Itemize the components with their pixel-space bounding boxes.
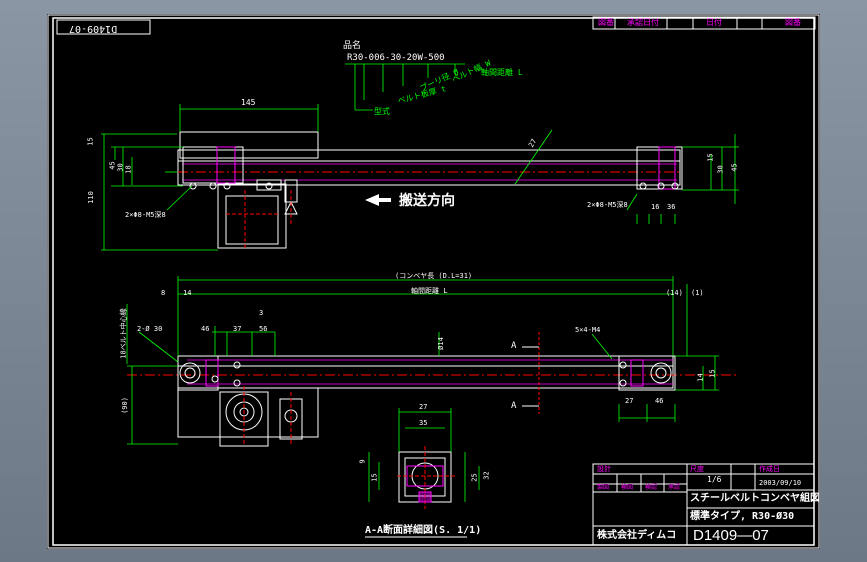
sec-dim-9: 9 — [358, 459, 367, 464]
sec-dim-15: 15 — [370, 473, 379, 482]
section-mark-a-bottom: A — [511, 401, 517, 411]
tb-check-1: 製図 — [597, 484, 610, 491]
top-dimensions — [101, 104, 739, 251]
tb-title: スチールベルトコンベヤ組図 — [690, 493, 820, 504]
hole-dia-30: 2-Ø 30 — [137, 325, 163, 333]
tb-subtitle: 標準タイプ, R30-Ø30 — [690, 511, 795, 522]
hole-note-left: 2×Φ8-M5深8 — [125, 211, 166, 219]
dim-90: (90) — [120, 397, 129, 414]
dim-36: 36 — [667, 203, 676, 211]
dim-overall-length: (コンベヤ長 (D.L=31) — [395, 272, 473, 280]
sec-dim-35: 35 — [419, 419, 428, 427]
dim-14-front: 14 — [696, 373, 705, 382]
dim-45-right: 45 — [730, 163, 739, 172]
header-cell-3: 日付 — [706, 18, 722, 27]
dim-30-left: 30 — [116, 163, 125, 172]
dim-30-right: 30 — [716, 165, 725, 174]
header-cell-1: 図番 — [598, 18, 614, 27]
dim-15-left: 15 — [86, 137, 95, 146]
dim-3: 3 — [259, 309, 264, 317]
tb-scale-value: 1/6 — [707, 475, 722, 484]
tb-check-4: 承認 — [668, 484, 681, 491]
top-view — [177, 131, 683, 250]
legend-axis-distance: 軸間距離 L — [481, 68, 523, 77]
dim-15-front: 15 — [708, 369, 717, 378]
sec-dim-32: 32 — [482, 471, 491, 480]
section-view — [397, 446, 455, 509]
tb-drawing-number: D1409—07 — [693, 527, 769, 544]
legend-model: 型式 — [374, 107, 390, 116]
part-number-heading: 品名 — [343, 41, 362, 51]
dim-8: 8 — [161, 289, 166, 297]
dim-14: 14 — [183, 289, 192, 297]
tb-company: 株式会社ディムコ — [597, 530, 677, 541]
dim-1-paren: (1) — [691, 289, 704, 297]
sec-dim-25: 25 — [470, 473, 479, 482]
dim-axis-distance: 軸間距離 L — [411, 287, 448, 295]
tb-check-2: 検図 — [621, 484, 634, 491]
dim-dia14: Ø14 — [436, 337, 445, 350]
direction-arrow — [365, 194, 391, 206]
dim-18-left: 18 — [124, 165, 133, 174]
tb-design-label: 設計 — [597, 465, 611, 473]
tb-scale-label: 尺度 — [690, 465, 704, 473]
front-view — [127, 332, 737, 447]
belt-center-label: 18ベルト中心線 — [119, 308, 128, 359]
dim-37: 37 — [233, 325, 242, 333]
section-mark-a-top: A — [511, 341, 517, 351]
tb-date-label: 作成日 — [759, 465, 780, 473]
corner-number: D1409-07 — [69, 23, 118, 34]
dim-16: 16 — [651, 203, 660, 211]
dim-27-front: 27 — [625, 397, 634, 405]
conveying-direction-label: 搬送方向 — [399, 193, 455, 209]
cad-viewport[interactable]: 図番 承認日付 日付 図番 D1409-07 品名 R30-006-30-20W… — [47, 14, 820, 549]
dim-15-right: 15 — [706, 153, 715, 162]
dim-14-paren: (14) — [666, 289, 683, 297]
dim-46-front: 46 — [655, 397, 664, 405]
dim-145: 145 — [241, 98, 256, 107]
dim-56: 56 — [259, 325, 268, 333]
dim-110: 110 — [86, 191, 95, 204]
tb-check-3: 検認 — [645, 484, 658, 491]
header-cell-4: 図番 — [785, 18, 801, 27]
dim-45-left: 45 — [108, 161, 117, 170]
dim-46: 46 — [201, 325, 210, 333]
tap-note: 5×4-M4 — [575, 326, 601, 334]
section-view-label: A-A断面詳細図(S. 1/1) — [365, 525, 482, 536]
hole-note-right: 2×Φ8-M5深8 — [587, 201, 628, 209]
tb-date-value: 2003/09/10 — [759, 479, 802, 487]
sec-dim-27: 27 — [419, 403, 428, 411]
part-number-code: R30-006-30-20W-500 — [347, 53, 445, 63]
header-cell-2: 承認日付 — [627, 18, 659, 27]
